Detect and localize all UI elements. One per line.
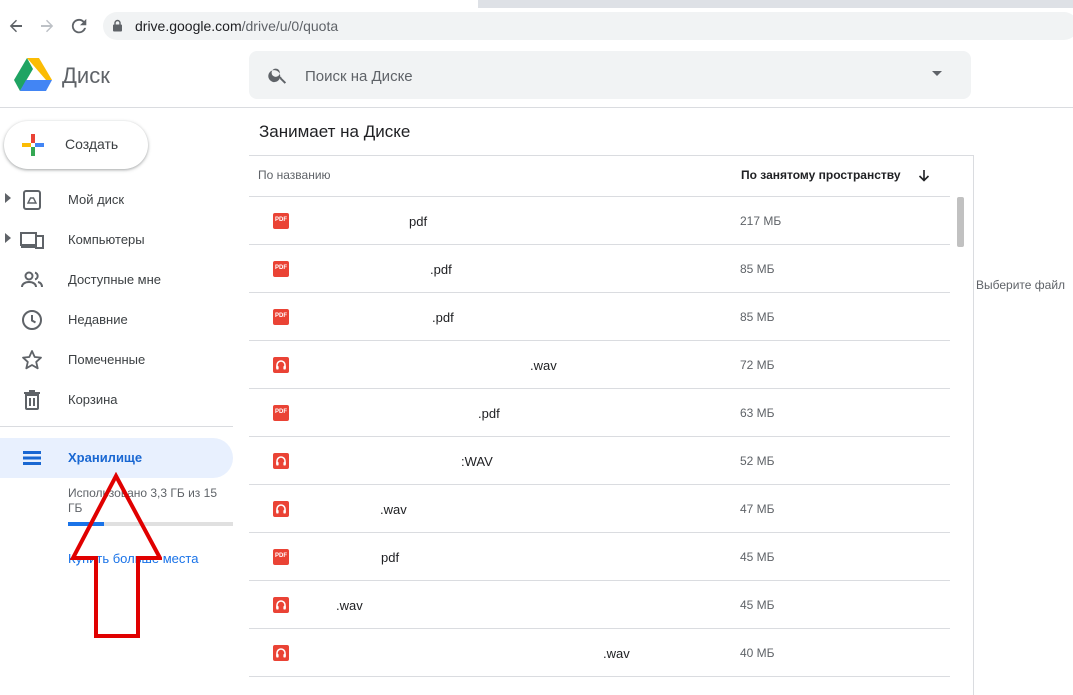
table-row[interactable]: pdf 45 МБ (249, 533, 950, 581)
sidebar-item-shared[interactable]: Доступные мне (0, 260, 233, 300)
file-name: pdf (381, 550, 400, 565)
expand-caret-icon[interactable] (5, 233, 11, 243)
browser-toolbar: drive.google.com/drive/u/0/quota (0, 8, 1073, 44)
pdf-file-icon (273, 309, 289, 325)
tab-strip (0, 0, 1073, 8)
sidebar-divider (0, 426, 233, 427)
create-button[interactable]: Создать (4, 121, 148, 169)
back-button[interactable] (4, 14, 28, 38)
computers-icon (20, 232, 44, 249)
search-options-icon[interactable] (931, 70, 943, 78)
file-size: 45 МБ (740, 550, 775, 564)
app-header: Диск (0, 44, 1073, 108)
create-label: Создать (65, 136, 119, 152)
file-name: .pdf (478, 406, 500, 421)
file-name: .wav (380, 502, 407, 517)
file-size: 40 МБ (740, 646, 775, 660)
file-size: 72 МБ (740, 358, 775, 372)
table-row[interactable]: :WAV 52 МБ (249, 437, 950, 485)
annotation-arrow-icon (70, 472, 162, 638)
audio-file-icon (273, 645, 289, 661)
sidebar-item-label: Доступные мне (68, 272, 162, 287)
sort-down-icon[interactable] (916, 168, 932, 184)
file-size: 52 МБ (740, 454, 775, 468)
search-bar (249, 51, 971, 99)
audio-file-icon (273, 453, 289, 469)
file-size: 217 МБ (740, 214, 782, 228)
column-header-size[interactable]: По занятому пространству (741, 168, 901, 182)
file-size: 85 МБ (740, 310, 775, 324)
forward-button[interactable] (35, 14, 59, 38)
sidebar-item-label: Мой диск (68, 192, 125, 207)
table-row[interactable]: .wav 47 МБ (249, 485, 950, 533)
file-name: .pdf (432, 310, 454, 325)
trash-icon (24, 390, 40, 410)
audio-file-icon (273, 501, 289, 517)
file-size: 47 МБ (740, 502, 775, 516)
storage-icon (23, 451, 41, 465)
file-size: 63 МБ (740, 406, 775, 420)
shared-icon (21, 271, 43, 288)
reload-button[interactable] (67, 14, 91, 38)
sidebar-item-label: Корзина (68, 392, 118, 407)
sidebar-item-starred[interactable]: Помеченные (0, 340, 233, 380)
table-row[interactable]: .pdf 85 МБ (249, 245, 950, 293)
sidebar-item-my-drive[interactable]: Мой диск (0, 180, 233, 220)
table-row[interactable]: .pdf 85 МБ (249, 293, 950, 341)
file-name: :WAV (461, 454, 493, 469)
product-name[interactable]: Диск (62, 63, 110, 89)
pdf-file-icon (273, 549, 289, 565)
sidebar-item-recent[interactable]: Недавние (0, 300, 233, 340)
column-header-name[interactable]: По названию (258, 168, 331, 182)
details-panel-divider (973, 155, 974, 695)
sidebar-item-trash[interactable]: Корзина (0, 380, 233, 420)
file-size: 45 МБ (740, 598, 775, 612)
page-title: Занимает на Диске (259, 122, 411, 141)
audio-file-icon (273, 597, 289, 613)
audio-file-icon (273, 357, 289, 373)
reload-icon (71, 18, 87, 34)
back-arrow-icon (9, 19, 22, 33)
star-icon (22, 350, 42, 370)
search-input[interactable] (305, 65, 865, 87)
address-bar[interactable]: drive.google.com/drive/u/0/quota (103, 12, 1073, 40)
sidebar-item-computers[interactable]: Компьютеры (0, 220, 233, 260)
recent-clock-icon (22, 310, 42, 330)
details-placeholder: Выберите файл (976, 278, 1066, 292)
title-divider (249, 155, 973, 156)
file-name: .wav (336, 598, 363, 613)
sidebar-item-label: Помеченные (68, 352, 146, 367)
lock-icon (113, 19, 122, 32)
url-text: drive.google.com/drive/u/0/quota (135, 18, 339, 34)
scrollbar-thumb[interactable] (957, 197, 964, 247)
sidebar-item-label: Хранилище (68, 450, 143, 465)
pdf-file-icon (273, 213, 289, 229)
search-icon[interactable] (267, 64, 289, 86)
expand-caret-icon[interactable] (5, 193, 11, 203)
file-size: 85 МБ (740, 262, 775, 276)
table-row[interactable]: .wav 72 МБ (249, 341, 950, 389)
plus-icon (22, 134, 44, 156)
table-row[interactable]: .pdf 63 МБ (249, 389, 950, 437)
browser-window: drive.google.com/drive/u/0/quota Диск Со… (0, 0, 1073, 695)
table-row[interactable]: .wav 45 МБ (249, 581, 950, 629)
file-name: .pdf (430, 262, 452, 277)
table-row[interactable]: pdf 217 МБ (249, 197, 950, 245)
active-tab[interactable] (0, 0, 478, 8)
file-name: pdf (409, 214, 428, 229)
file-name: .wav (603, 646, 630, 661)
table-row[interactable]: .wav 40 МБ (249, 629, 950, 677)
forward-arrow-icon (41, 19, 54, 33)
pdf-file-icon (273, 405, 289, 421)
sidebar-item-label: Компьютеры (68, 232, 145, 247)
drive-logo-icon[interactable] (14, 58, 52, 92)
sidebar-item-label: Недавние (68, 312, 128, 327)
file-list: pdf 217 МБ .pdf 85 МБ .pdf 85 МБ .wav 72 МБ .pdf… (249, 197, 950, 677)
file-name: .wav (530, 358, 557, 373)
my-drive-icon (23, 190, 41, 210)
pdf-file-icon (273, 261, 289, 277)
